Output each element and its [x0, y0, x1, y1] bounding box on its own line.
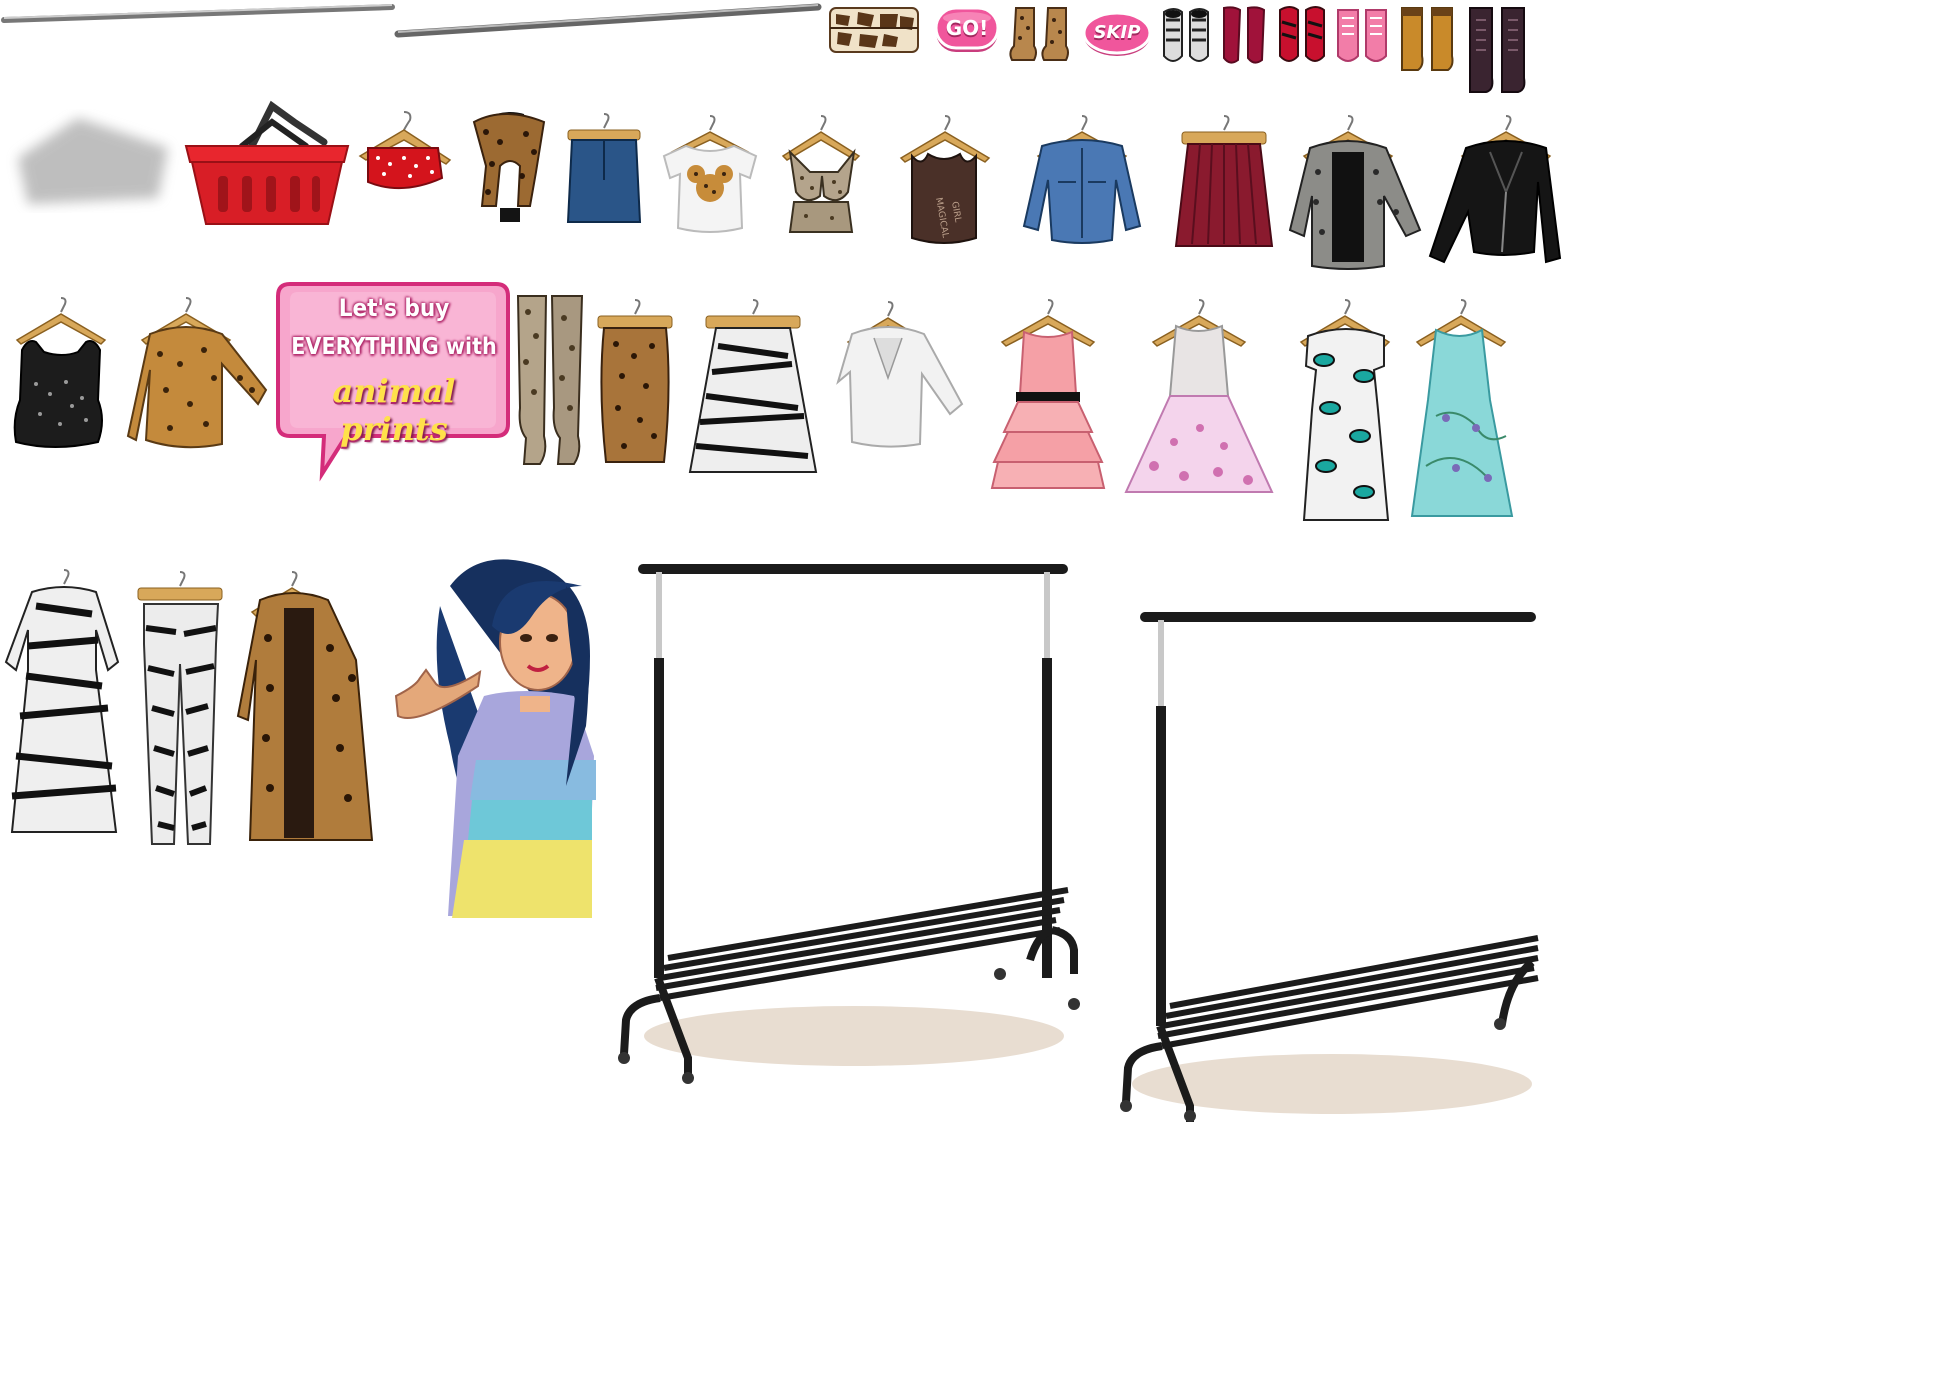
giraffe-clutch-sprite: [829, 7, 919, 53]
snakeskin-over-knee-boots-sprite: [516, 295, 584, 465]
zebra-flats-sprite: [1163, 8, 1209, 62]
snakeskin-blazer-sprite: [1288, 115, 1422, 270]
pink-sneakers-sprite: [1337, 9, 1387, 62]
black-leather-jacket-sprite: [1428, 115, 1562, 264]
clothing-rack-large-sprite: [618, 564, 1080, 1084]
red-polka-crop-top-sprite: [358, 111, 452, 190]
brown-tank-top-sprite: MAGICAL GIRL: [899, 115, 991, 244]
go-button[interactable]: GO!: [934, 6, 1000, 56]
rod-long-sprite: [394, 3, 822, 38]
speech-bubble: Let's buy EVERYTHING with animal prints: [276, 280, 512, 482]
denim-jacket-sprite: [1022, 115, 1142, 244]
clothing-rack-small-sprite: [1120, 612, 1539, 1122]
leopard-scarf-sprite: [472, 112, 546, 222]
red-zebra-flats-sprite: [1279, 6, 1325, 62]
snake-bralette-sprite: [781, 115, 861, 233]
mint-floral-dress-sprite: [1410, 299, 1514, 517]
zebra-midi-skirt-sprite: [688, 299, 818, 473]
tan-work-boots-sprite: [1401, 7, 1454, 71]
rod-short-sprite: [1, 4, 395, 23]
leopard-print-dress-sprite: [1299, 299, 1391, 521]
leopard-coat-sprite: [236, 571, 374, 841]
speech-bubble-line1: Let's buy: [338, 294, 450, 322]
plum-combat-boots-sprite: [1469, 7, 1526, 93]
zebra-maxi-dress-sprite: [4, 569, 120, 833]
leopard-pencil-skirt-sprite: [597, 299, 673, 463]
sequin-camisole-sprite: [13, 297, 107, 448]
shop-shadow-sprite: [18, 118, 168, 204]
go-button-label: GO!: [945, 16, 989, 40]
shopping-basket-sprite: [184, 100, 350, 225]
skip-button[interactable]: SKIP: [1082, 10, 1152, 58]
denim-skirt-sprite: [566, 113, 642, 223]
burgundy-heels-sprite: [1223, 6, 1266, 64]
leopard-sweater-sprite: [126, 297, 268, 449]
leopard-boots-sprite: [1009, 7, 1069, 61]
pink-ruffle-dress-sprite: [990, 299, 1106, 489]
skip-button-label: SKIP: [1093, 22, 1141, 43]
burgundy-pleated-skirt-sprite: [1174, 115, 1274, 247]
speech-bubble-line2: EVERYTHING with: [291, 334, 497, 360]
zebra-pants-sprite: [137, 571, 223, 845]
girl-character-sprite: [394, 559, 596, 918]
floral-tulle-dress-sprite: [1124, 299, 1274, 493]
mouse-print-tee-sprite: [662, 115, 758, 233]
white-blazer-sprite: [836, 301, 964, 448]
speech-bubble-line3: animal prints: [332, 372, 456, 448]
